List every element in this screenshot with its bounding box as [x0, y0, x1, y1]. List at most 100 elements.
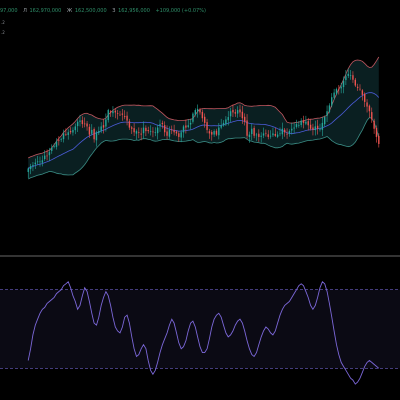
ohlc-change: +109,000 (+0.07%) [155, 8, 205, 14]
candle-body [248, 134, 251, 137]
bollinger-band-fill [28, 57, 379, 179]
candle-body [220, 125, 222, 128]
candle-body [215, 130, 218, 135]
candle-body [159, 124, 161, 127]
ohlc-high-symbol: Л [23, 8, 27, 14]
candle-body [206, 122, 208, 130]
ohlc-open-value: 97,000 [0, 8, 18, 14]
candle-body [378, 136, 380, 144]
candle-body [44, 155, 46, 160]
candle-body [34, 162, 36, 165]
candle-body [121, 113, 124, 115]
candle-body [91, 129, 93, 134]
candle-body [364, 93, 366, 102]
candle-body [185, 125, 187, 128]
candle-body [366, 102, 368, 107]
candle-body [347, 73, 349, 76]
candle-body [192, 113, 194, 122]
candle-body [27, 168, 29, 172]
candle-body [333, 92, 335, 98]
candle-body [168, 129, 171, 137]
candle-body [316, 125, 319, 129]
candle-body [255, 134, 258, 136]
candle-body [227, 117, 229, 121]
candle [328, 103, 331, 114]
candle-body [258, 133, 260, 137]
candle-body [178, 133, 180, 137]
candle-body [368, 105, 371, 112]
candle-body [218, 127, 220, 136]
candle-body [95, 132, 98, 141]
candle-body [236, 110, 239, 114]
candle-body [276, 134, 279, 137]
candle-body [154, 132, 156, 133]
candle-body [352, 75, 354, 80]
candle-body [131, 127, 133, 129]
rsi-band [0, 289, 400, 369]
candle-body [211, 132, 213, 135]
candle-body [309, 124, 312, 129]
candle-body [234, 112, 236, 114]
candle-body [356, 86, 359, 88]
candle-body [119, 114, 121, 116]
ohlc-high-value: 162,970,000 [29, 8, 61, 14]
candle-body [295, 124, 298, 127]
candle-body [331, 97, 333, 106]
candle-body [305, 121, 307, 124]
candle-body [100, 126, 102, 132]
chart-canvas: 97,000 Л 162,970,000 Ж 162,500,000 З 162… [0, 8, 400, 385]
candle-body [321, 122, 324, 130]
candle-body [373, 120, 375, 129]
candle-body [98, 131, 100, 134]
candle-body [32, 164, 34, 167]
candle-body [274, 133, 276, 136]
candle-body [302, 120, 305, 123]
ohlc-close-value: 162,956,000 [118, 8, 150, 14]
indicator-label-1: .2 [1, 20, 5, 25]
candle-body [222, 122, 225, 126]
candle-body [265, 132, 267, 134]
candle-body [232, 109, 234, 113]
candle-body [284, 129, 286, 133]
candle-body [46, 155, 48, 157]
candle-body [201, 111, 204, 119]
candle-body [175, 131, 178, 134]
candle-body [147, 129, 149, 132]
candle-body [262, 133, 265, 136]
candle-body [371, 112, 373, 120]
candle-body [48, 152, 51, 156]
candle-body [41, 160, 44, 163]
candle-body [244, 116, 246, 122]
candle-body [58, 140, 60, 142]
candle-body [114, 110, 116, 113]
candle-body [67, 132, 69, 135]
candle-body [328, 105, 331, 112]
candle-body [354, 79, 356, 86]
candle-body [173, 129, 175, 133]
candle-body [88, 126, 91, 135]
candle-body [107, 110, 109, 121]
candle-body [124, 116, 126, 118]
candle-body [340, 86, 342, 89]
candle-body [142, 127, 145, 134]
candle-body [76, 121, 79, 127]
candle-body [279, 133, 281, 135]
candle-body [149, 131, 152, 132]
candle-body [291, 128, 293, 131]
candle-body [342, 80, 345, 88]
candle-body [81, 120, 84, 125]
candle-body [213, 131, 215, 135]
candle-body [62, 133, 65, 140]
candle-body [267, 134, 269, 137]
candle-body [300, 120, 302, 126]
candle-body [116, 113, 119, 114]
candle-body [128, 121, 131, 128]
candle-body [324, 117, 326, 125]
ohlc-low-value: 162,500,000 [75, 8, 107, 14]
candle-body [161, 122, 164, 125]
candle-body [319, 128, 321, 130]
candle-body [29, 166, 32, 170]
candle-body [314, 126, 316, 131]
candle-body [272, 133, 274, 136]
candle-body [69, 131, 72, 133]
